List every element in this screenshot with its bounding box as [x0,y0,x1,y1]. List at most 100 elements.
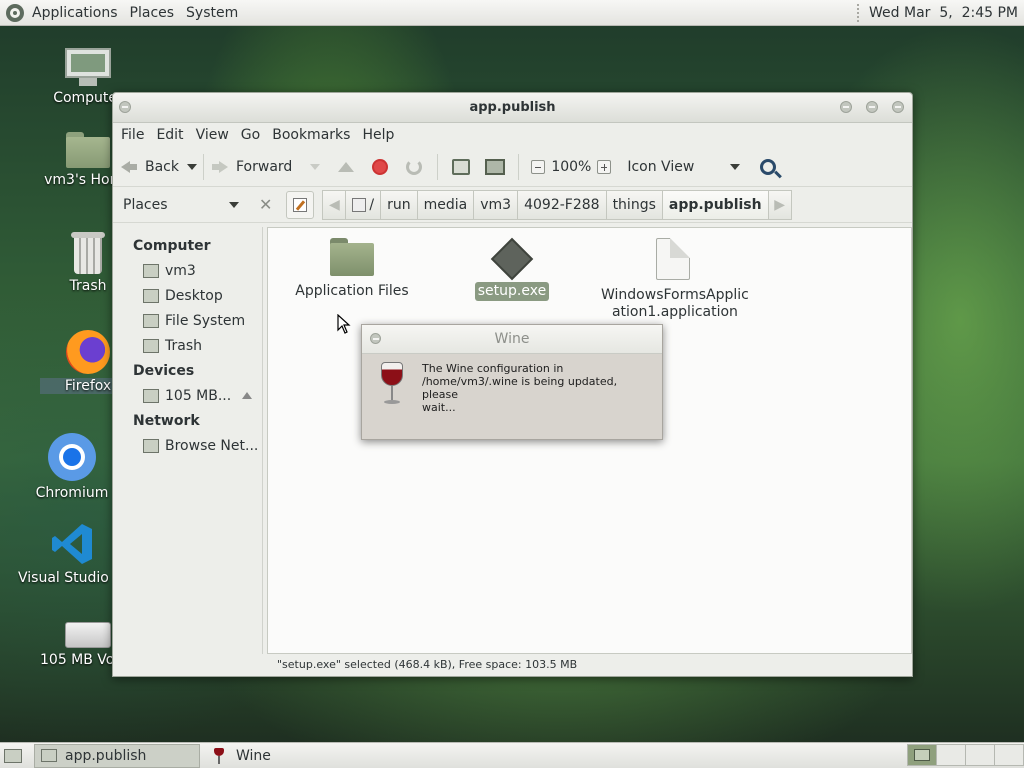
menu-edit[interactable]: Edit [150,127,189,143]
wine-dialog-titlebar[interactable]: Wine [362,325,662,354]
menu-view[interactable]: View [190,127,235,143]
workspace-1[interactable] [907,744,937,766]
places-label: Places [123,196,168,213]
home-folder-icon [143,263,159,278]
chromium-icon [48,433,96,481]
home-button[interactable] [449,155,473,179]
document-icon [656,238,690,280]
reload-button[interactable] [402,155,426,179]
crumb-things[interactable]: things [605,189,663,220]
folder-icon [330,238,374,276]
menu-help[interactable]: Help [356,127,400,143]
menu-go[interactable]: Go [235,127,266,143]
forward-button[interactable]: Forward [210,152,321,182]
task-wine[interactable]: Wine [208,744,277,768]
sidebar-heading-devices: Devices [133,362,195,379]
panel-handle[interactable] [857,3,861,22]
window-menu-button[interactable] [370,333,381,344]
workspace-2[interactable] [936,744,966,766]
home-folder-icon [66,132,110,168]
wine-glass-icon [214,747,224,764]
desktop-icon-label: Visual Studio Code [18,570,126,586]
computer-button[interactable] [483,155,507,179]
clock[interactable]: Wed Mar 5, 2:45 PM [869,5,1018,21]
file-view[interactable]: Application Files setup.exe WindowsForms… [267,227,912,654]
crumb-volume[interactable]: 4092-F288 [517,189,607,220]
search-button[interactable] [754,155,778,179]
crumb-root[interactable]: / [345,189,382,220]
file-item-setup-exe[interactable]: setup.exe [442,237,582,301]
places-sidebar: Computer vm3 Desktop File System Trash D… [113,227,263,654]
zoom-level: 100% [551,158,592,175]
chevron-down-icon [229,201,239,208]
sidebar-item-browse-network[interactable]: Browse Net... [113,433,262,458]
bottom-panel: app.publish Wine [0,742,1024,768]
up-arrow-icon [338,161,355,172]
workspace-4[interactable] [994,744,1024,766]
eject-icon[interactable] [242,392,252,399]
toolbar-separator [518,153,520,180]
trash-icon [71,232,105,274]
edit-icon [293,197,308,212]
applications-menu[interactable]: Applications [26,5,124,21]
system-menu[interactable]: System [180,5,244,21]
task-app-publish[interactable]: app.publish [34,743,200,768]
close-button[interactable] [892,101,904,113]
crumb-media[interactable]: media [416,189,475,220]
view-mode-label: Icon View [627,158,695,175]
back-arrow-icon [119,157,139,177]
zoom-out-button[interactable] [531,159,546,174]
crumb-run[interactable]: run [380,189,418,220]
computer-icon [485,158,506,175]
search-icon [760,158,777,175]
sidebar-item-trash[interactable]: Trash [113,333,262,358]
zoom-in-button[interactable] [597,159,612,174]
menu-file[interactable]: File [115,127,150,143]
desktop-icon-vscode[interactable]: Visual Studio Code [18,522,126,586]
menubar: File Edit View Go Bookmarks Help [113,123,912,147]
forward-label: Forward [236,158,293,175]
workspace-3[interactable] [965,744,995,766]
sidebar-item-volume[interactable]: 105 MB... [113,383,262,408]
crumb-scroll-left[interactable]: ◀ [322,189,347,220]
toolbar-separator [203,153,204,180]
up-button[interactable] [334,155,358,179]
firefox-icon [66,330,110,374]
window-title: app.publish [469,100,556,115]
stop-button[interactable] [368,155,392,179]
folder-icon [41,749,57,762]
computer-icon [65,48,111,86]
workspace-switcher [907,744,1024,766]
crumb-scroll-right[interactable]: ▶ [767,189,792,220]
status-bar: "setup.exe" selected (468.4 kB), Free sp… [277,657,578,671]
close-sidebar-icon[interactable]: ✕ [259,195,272,214]
crumb-app-publish[interactable]: app.publish [661,189,769,220]
back-button[interactable]: Back [119,152,197,182]
file-item-application-files[interactable]: Application Files [282,238,422,301]
sidebar-item-vm3[interactable]: vm3 [113,258,262,283]
view-mode-select[interactable]: Icon View [627,152,741,182]
forward-arrow-icon [210,157,230,177]
places-menu[interactable]: Places [124,5,181,21]
crumb-vm3[interactable]: vm3 [473,189,519,220]
sidebar-heading-network: Network [133,412,200,429]
desktop-icon-chromium[interactable]: Chromium [24,433,120,501]
back-history-dropdown-icon[interactable] [187,163,197,170]
maximize-button[interactable] [866,101,878,113]
drive-icon [65,622,111,648]
stop-icon [372,158,389,175]
distro-logo-icon[interactable] [6,3,24,22]
window-titlebar[interactable]: app.publish [113,93,912,123]
toggle-location-entry-button[interactable] [286,190,315,219]
wine-dialog-title: Wine [494,331,530,347]
menu-bookmarks[interactable]: Bookmarks [266,127,356,143]
minimize-button[interactable] [840,101,852,113]
sidebar-type-select[interactable]: Places [119,197,249,213]
sidebar-item-desktop[interactable]: Desktop [113,283,262,308]
window-menu-button[interactable] [119,101,131,113]
file-item-application-manifest[interactable]: WindowsFormsApplic ation1.application [598,238,749,322]
top-panel-menu: Applications Places System [0,0,244,26]
sidebar-item-file-system[interactable]: File System [113,308,262,333]
forward-history-dropdown-icon[interactable] [310,163,321,170]
show-desktop-icon[interactable] [4,748,22,763]
